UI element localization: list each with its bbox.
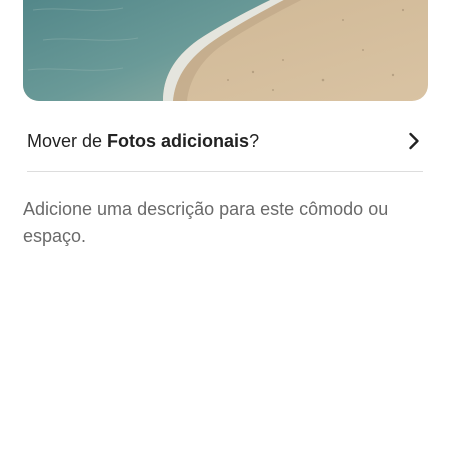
description-placeholder[interactable]: Adicione uma descrição para este cômodo … [23,196,423,250]
move-album-name: Fotos adicionais [107,131,250,151]
move-suffix: ? [249,131,260,151]
divider [27,171,423,172]
chevron-right-icon [407,131,421,151]
beach-photo[interactable] [23,0,428,101]
move-prefix: Mover de [27,131,108,151]
move-photo-label: Mover de Fotos adicionais? [27,130,259,152]
move-photo-row[interactable]: Mover de Fotos adicionais? [27,118,423,164]
beach-photo-image [23,0,428,101]
